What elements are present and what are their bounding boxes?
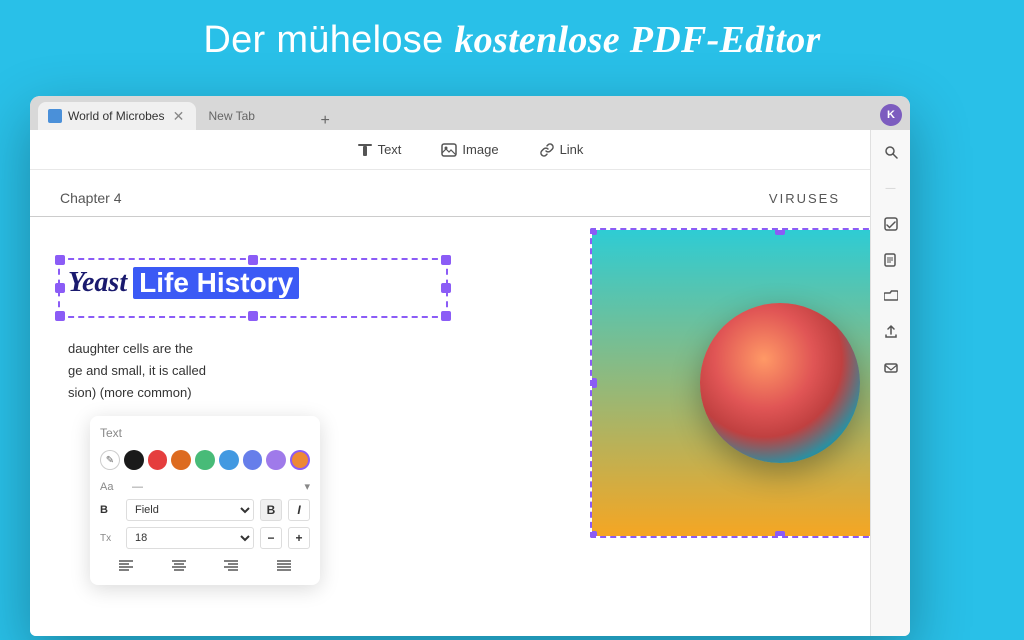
avatar-letter: K	[887, 109, 895, 121]
handle-top-right[interactable]	[441, 255, 451, 265]
tab-favicon	[48, 109, 62, 123]
size-increment-button[interactable]: +	[288, 527, 310, 549]
tab-bar: World of Microbes ✕ New Tab + K	[30, 96, 910, 130]
hero-title-normal: Der mühelose	[203, 19, 454, 61]
chapter-header: Chapter 4 VIRUSES	[30, 170, 870, 217]
sphere-object	[700, 303, 860, 463]
text-icon	[357, 142, 373, 158]
handle-right-mid[interactable]	[441, 283, 451, 293]
chapter-label: Chapter 4	[60, 190, 121, 206]
hero-title-italic: kostenlose PDF-Editor	[454, 19, 820, 61]
title-yeast: Yeast	[68, 267, 127, 299]
handle-bottom-right[interactable]	[441, 311, 451, 321]
tab-active-label: World of Microbes	[68, 109, 164, 123]
align-center-button[interactable]	[169, 555, 189, 575]
divider-icon: —	[877, 174, 905, 202]
font-size-minus: —	[126, 481, 149, 493]
toolbar-text-label: Text	[378, 142, 402, 157]
swatch-indigo[interactable]	[243, 450, 263, 470]
right-sidebar: —	[870, 130, 910, 636]
font-size-select[interactable]: 18	[126, 527, 254, 549]
body-line1: daughter cells are the	[68, 338, 206, 360]
font-size-dropdown-arrow[interactable]: ▾	[304, 480, 310, 493]
image-selection-box[interactable]	[590, 228, 870, 538]
swatch-orange[interactable]	[171, 450, 191, 470]
body-text: daughter cells are the ge and small, it …	[68, 338, 206, 404]
toolbar-link-label: Link	[560, 142, 584, 157]
tab-plus-button[interactable]: +	[320, 112, 329, 130]
tx-label: Tx	[100, 533, 120, 544]
toolbar-text-btn[interactable]: Text	[349, 138, 410, 162]
pdf-content-area: Chapter 4 VIRUSES Yeast Life History dau…	[30, 170, 870, 636]
font-size-stepper-row: Tx 18 − +	[100, 527, 310, 549]
img-handle-left-mid[interactable]	[590, 378, 597, 388]
swatch-blue[interactable]	[219, 450, 239, 470]
color-edit-btn[interactable]: ✎	[100, 450, 120, 470]
handle-top-left[interactable]	[55, 255, 65, 265]
align-justify-button[interactable]	[274, 555, 294, 575]
tab-new-label: New Tab	[208, 109, 254, 123]
folder-icon[interactable]	[877, 282, 905, 310]
size-decrement-button[interactable]: −	[260, 527, 282, 549]
swatch-black[interactable]	[124, 450, 144, 470]
body-line3: sion) (more common)	[68, 382, 206, 404]
toolbar-image-btn[interactable]: Image	[433, 138, 506, 162]
handle-bottom-mid[interactable]	[248, 311, 258, 321]
swatch-green[interactable]	[195, 450, 215, 470]
toolbar-link-btn[interactable]: Link	[531, 138, 592, 162]
editor-toolbar: Text Image Link	[30, 130, 910, 170]
user-avatar[interactable]: K	[880, 104, 902, 126]
tab-bar-right: K	[880, 104, 902, 126]
img-handle-top-mid[interactable]	[775, 228, 785, 235]
tab-active[interactable]: World of Microbes ✕	[38, 102, 196, 130]
chapter-right-title: VIRUSES	[769, 191, 840, 206]
handle-bottom-left[interactable]	[55, 311, 65, 321]
align-right-button[interactable]	[221, 555, 241, 575]
search-icon[interactable]	[877, 138, 905, 166]
panel-title: Text	[100, 426, 310, 440]
pdf-icon[interactable]	[877, 246, 905, 274]
bold-label: B	[100, 504, 120, 516]
link-icon	[539, 142, 555, 158]
hero-title: Der mühelose kostenlose PDF-Editor	[0, 0, 1024, 62]
text-format-panel: Text ✎ Aa — ▾ B	[90, 416, 320, 585]
swatch-red[interactable]	[148, 450, 168, 470]
alignment-row	[100, 555, 310, 575]
italic-button[interactable]: I	[288, 499, 310, 521]
img-handle-top-left[interactable]	[590, 228, 597, 235]
img-handle-bottom-mid[interactable]	[775, 531, 785, 538]
font-size-row: Aa — ▾	[100, 480, 310, 493]
color-swatches-row: ✎	[100, 450, 310, 470]
browser-window: World of Microbes ✕ New Tab + K Text Ima…	[30, 96, 910, 636]
swatch-purple[interactable]	[266, 450, 286, 470]
bold-field-row: B Field B I	[100, 499, 310, 521]
align-left-button[interactable]	[116, 555, 136, 575]
email-icon[interactable]	[877, 354, 905, 382]
font-size-label: Aa	[100, 481, 120, 493]
image-icon	[441, 142, 457, 158]
title-life-history: Life History	[133, 267, 299, 299]
sphere-image	[592, 230, 870, 536]
body-line2: ge and small, it is called	[68, 360, 206, 382]
handle-top-mid[interactable]	[248, 255, 258, 265]
tab-close-button[interactable]: ✕	[170, 108, 186, 124]
upload-icon[interactable]	[877, 318, 905, 346]
bold-button[interactable]: B	[260, 499, 282, 521]
save-icon[interactable]	[877, 210, 905, 238]
swatch-active[interactable]	[290, 450, 310, 470]
font-field-select[interactable]: Field	[126, 499, 254, 521]
document-title[interactable]: Yeast Life History	[68, 267, 299, 299]
toolbar-image-label: Image	[462, 142, 498, 157]
img-handle-bottom-left[interactable]	[590, 531, 597, 538]
handle-left-mid[interactable]	[55, 283, 65, 293]
tab-new[interactable]: New Tab	[196, 102, 316, 130]
